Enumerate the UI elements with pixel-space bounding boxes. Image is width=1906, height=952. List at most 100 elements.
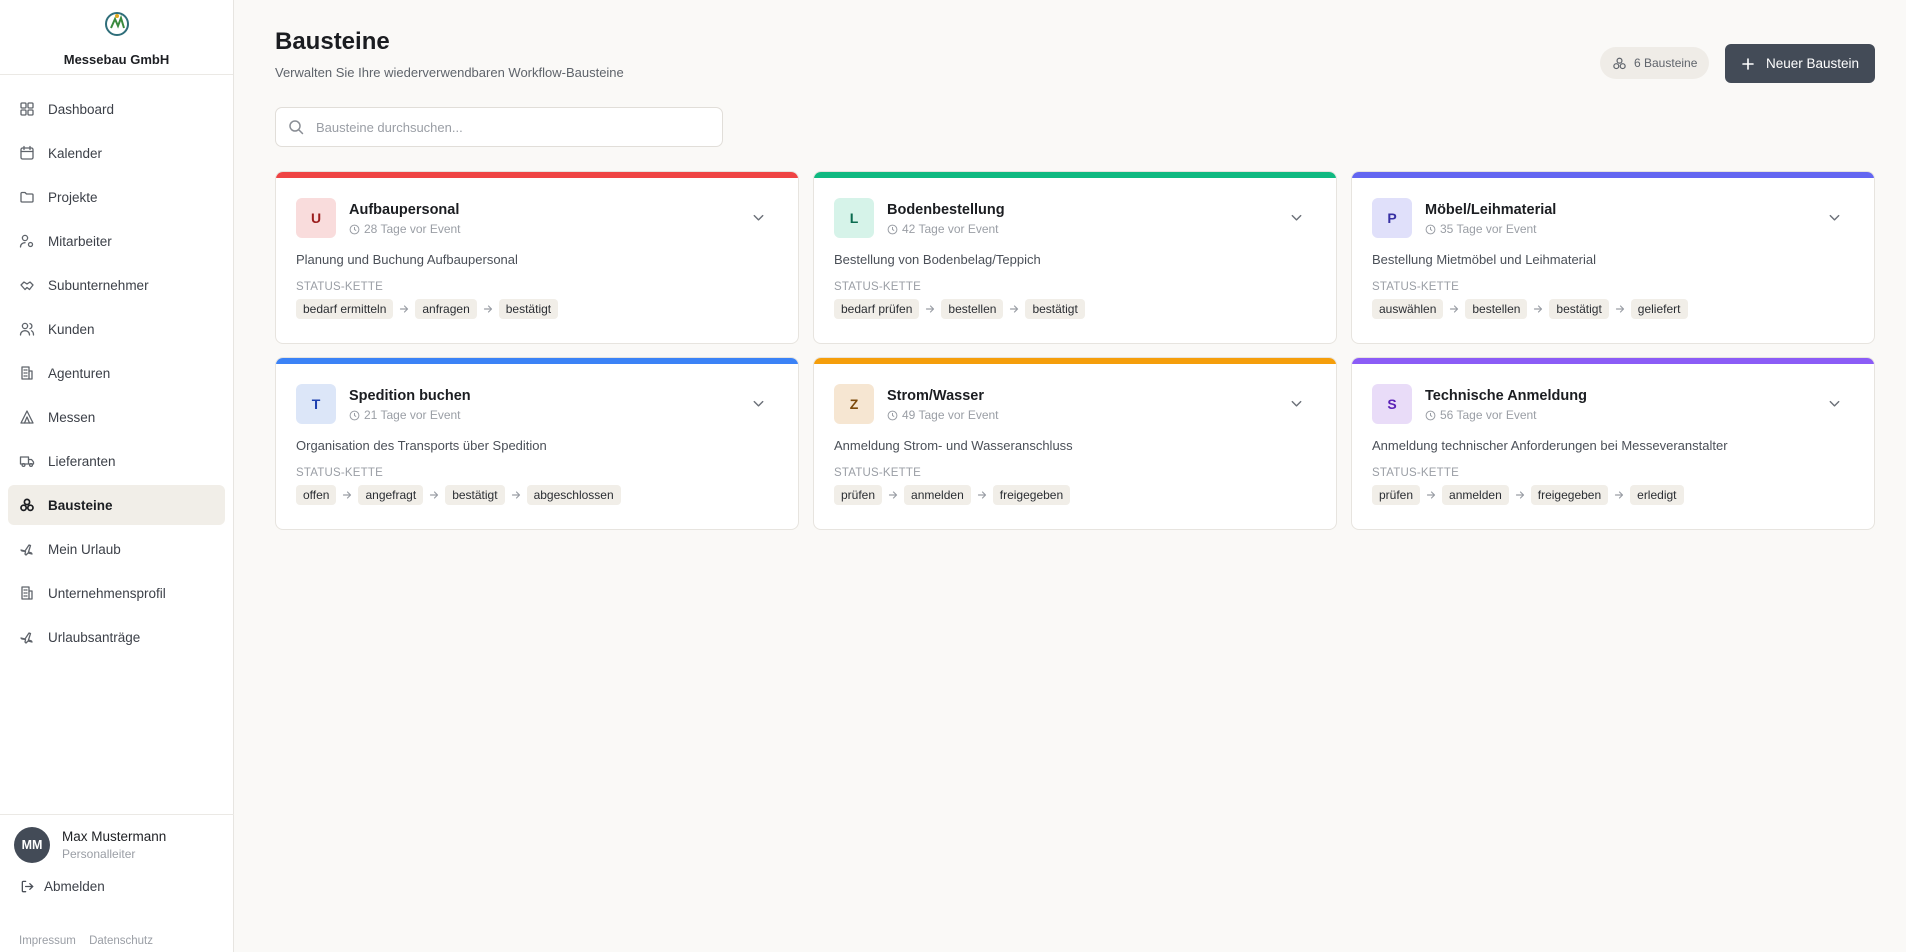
sidebar-item-label: Urlaubsanträge: [48, 629, 141, 645]
card-days: 56 Tage vor Event: [1425, 408, 1587, 422]
card-titles: Möbel/Leihmaterial 35 Tage vor Event: [1425, 198, 1556, 236]
chevron-down-icon[interactable]: [1289, 396, 1304, 411]
card-title: Strom/Wasser: [887, 388, 984, 404]
status-pill: angefragt: [358, 485, 424, 505]
sidebar-item-label: Lieferanten: [48, 453, 116, 469]
block-card[interactable]: T Spedition buchen 21 Tage vor Event Organi…: [275, 357, 799, 530]
user-name: Max Mustermann: [62, 829, 167, 844]
clock-icon: [887, 224, 898, 234]
chevron-down-icon[interactable]: [751, 396, 766, 411]
sidebar-item-unternehmensprofil[interactable]: Unternehmensprofil: [8, 573, 225, 613]
chevron-down-icon[interactable]: [1289, 210, 1304, 225]
user-profile[interactable]: MM Max Mustermann Personalleiter: [0, 815, 234, 863]
sidebar-item-projekte[interactable]: Projekte: [8, 177, 225, 217]
plane-icon: [20, 544, 33, 556]
arrow-right-icon: [430, 491, 439, 499]
card-days: 49 Tage vor Event: [887, 408, 999, 422]
status-pill: abgeschlossen: [526, 485, 621, 505]
arrow-right-icon: [1010, 305, 1019, 313]
card-days-label: 35 Tage vor Event: [1440, 222, 1537, 236]
user-role: Personalleiter: [62, 847, 136, 861]
sidebar-item-kunden[interactable]: Kunden: [8, 309, 225, 349]
card-titles: Strom/Wasser 49 Tage vor Event: [887, 384, 999, 422]
sidebar-nav: Dashboard Kalender Projekte Mitarbeiter Subu…: [0, 75, 233, 657]
arrow-right-icon: [511, 491, 520, 499]
status-pill: prüfen: [834, 485, 883, 505]
sidebar-item-mein-urlaub[interactable]: Mein Urlaub: [8, 529, 225, 569]
card-days-label: 49 Tage vor Event: [902, 408, 999, 422]
card-header: Z Strom/Wasser 49 Tage vor Event: [814, 364, 1336, 424]
status-pill: anfragen: [415, 299, 477, 319]
sidebar-item-subunternehmer[interactable]: Subunternehmer: [8, 265, 225, 305]
status-chain: prüfen anmelden freigegeben erledigt: [1372, 485, 1874, 505]
card-letter-badge: T: [296, 384, 336, 424]
sidebar-item-messen[interactable]: Messen: [8, 397, 225, 437]
card-header: L Bodenbestellung 42 Tage vor Event: [814, 178, 1336, 238]
sidebar-item-label: Kunden: [48, 321, 95, 337]
chevron-down-icon[interactable]: [1827, 396, 1842, 411]
status-pill: freigegeben: [1530, 485, 1609, 505]
card-letter-badge: L: [834, 198, 874, 238]
status-pill: auswählen: [1372, 299, 1444, 319]
status-pill: bestätigt: [1549, 299, 1609, 319]
search-input[interactable]: [316, 119, 696, 135]
arrow-right-icon: [400, 305, 409, 313]
sidebar-item-bausteine[interactable]: Bausteine: [8, 485, 225, 525]
count-badge-label: 6 Bausteine: [1634, 56, 1698, 70]
page-title: Bausteine: [275, 28, 390, 55]
sidebar-item-urlaubsanträge[interactable]: Urlaubsanträge: [8, 617, 225, 657]
plane-icon: [20, 632, 33, 644]
arrow-right-icon: [888, 491, 898, 499]
sidebar-item-label: Unternehmensprofil: [48, 585, 166, 601]
logout-button[interactable]: Abmelden: [0, 879, 234, 894]
block-card[interactable]: U Aufbaupersonal 28 Tage vor Event Planung …: [275, 171, 799, 344]
sidebar-item-label: Projekte: [48, 189, 98, 205]
logout-label: Abmelden: [44, 879, 105, 894]
status-pill: bedarf prüfen: [834, 299, 920, 319]
status-pill: anmelden: [1442, 485, 1509, 505]
block-card[interactable]: Z Strom/Wasser 49 Tage vor Event Anmeldung …: [813, 357, 1337, 530]
search-box[interactable]: [275, 107, 723, 147]
status-chain-label: STATUS-KETTE: [834, 281, 921, 293]
main-content: Bausteine Verwalten Sie Ihre wiederverwe…: [235, 0, 1906, 952]
company-name: Messebau GmbH: [63, 52, 170, 67]
sidebar-item-label: Kalender: [48, 145, 103, 161]
new-block-button[interactable]: Neuer Baustein: [1725, 44, 1875, 83]
logout-icon: [21, 880, 34, 893]
status-pill: offen: [296, 485, 337, 505]
block-card[interactable]: S Technische Anmeldung 56 Tage vor Event An…: [1351, 357, 1875, 530]
plus-icon: [1742, 57, 1754, 70]
block-card[interactable]: L Bodenbestellung 42 Tage vor Event Bestell…: [813, 171, 1337, 344]
block-card[interactable]: P Möbel/Leihmaterial 35 Tage vor Event Best…: [1351, 171, 1875, 344]
chevron-down-icon[interactable]: [751, 210, 766, 225]
status-pill: bestätigt: [498, 299, 559, 319]
sidebar-item-lieferanten[interactable]: Lieferanten: [8, 441, 225, 481]
card-days-label: 21 Tage vor Event: [364, 408, 461, 422]
status-pill: erledigt: [1630, 485, 1684, 505]
sidebar-item-dashboard[interactable]: Dashboard: [8, 89, 225, 129]
clock-icon: [1425, 224, 1436, 234]
sidebar-item-agenturen[interactable]: Agenturen: [8, 353, 225, 393]
card-titles: Bodenbestellung 42 Tage vor Event: [887, 198, 1005, 236]
card-title: Bodenbestellung: [887, 202, 1005, 218]
clock-icon: [887, 410, 898, 420]
legal-links: Impressum Datenschutz: [19, 935, 163, 947]
card-description: Planung und Buchung Aufbaupersonal: [296, 252, 518, 267]
status-chain-label: STATUS-KETTE: [834, 467, 921, 479]
sidebar-item-label: Agenturen: [48, 365, 111, 381]
arrow-right-icon: [483, 305, 492, 313]
sidebar-item-label: Bausteine: [48, 497, 113, 513]
avatar[interactable]: MM: [14, 827, 50, 863]
count-badge: 6 Bausteine: [1600, 47, 1710, 79]
sidebar-item-mitarbeiter[interactable]: Mitarbeiter: [8, 221, 225, 261]
datenschutz-link[interactable]: Datenschutz: [89, 935, 153, 947]
status-chain: offen angefragt bestätigt abgeschlossen: [296, 485, 798, 505]
status-pill: bestätigt: [1025, 299, 1085, 319]
card-title: Spedition buchen: [349, 388, 471, 404]
company-logo-icon[interactable]: [103, 10, 131, 38]
impressum-link[interactable]: Impressum: [19, 935, 76, 947]
blocks-icon: [1613, 57, 1626, 69]
card-letter-badge: Z: [834, 384, 874, 424]
sidebar-item-kalender[interactable]: Kalender: [8, 133, 225, 173]
chevron-down-icon[interactable]: [1827, 210, 1842, 225]
